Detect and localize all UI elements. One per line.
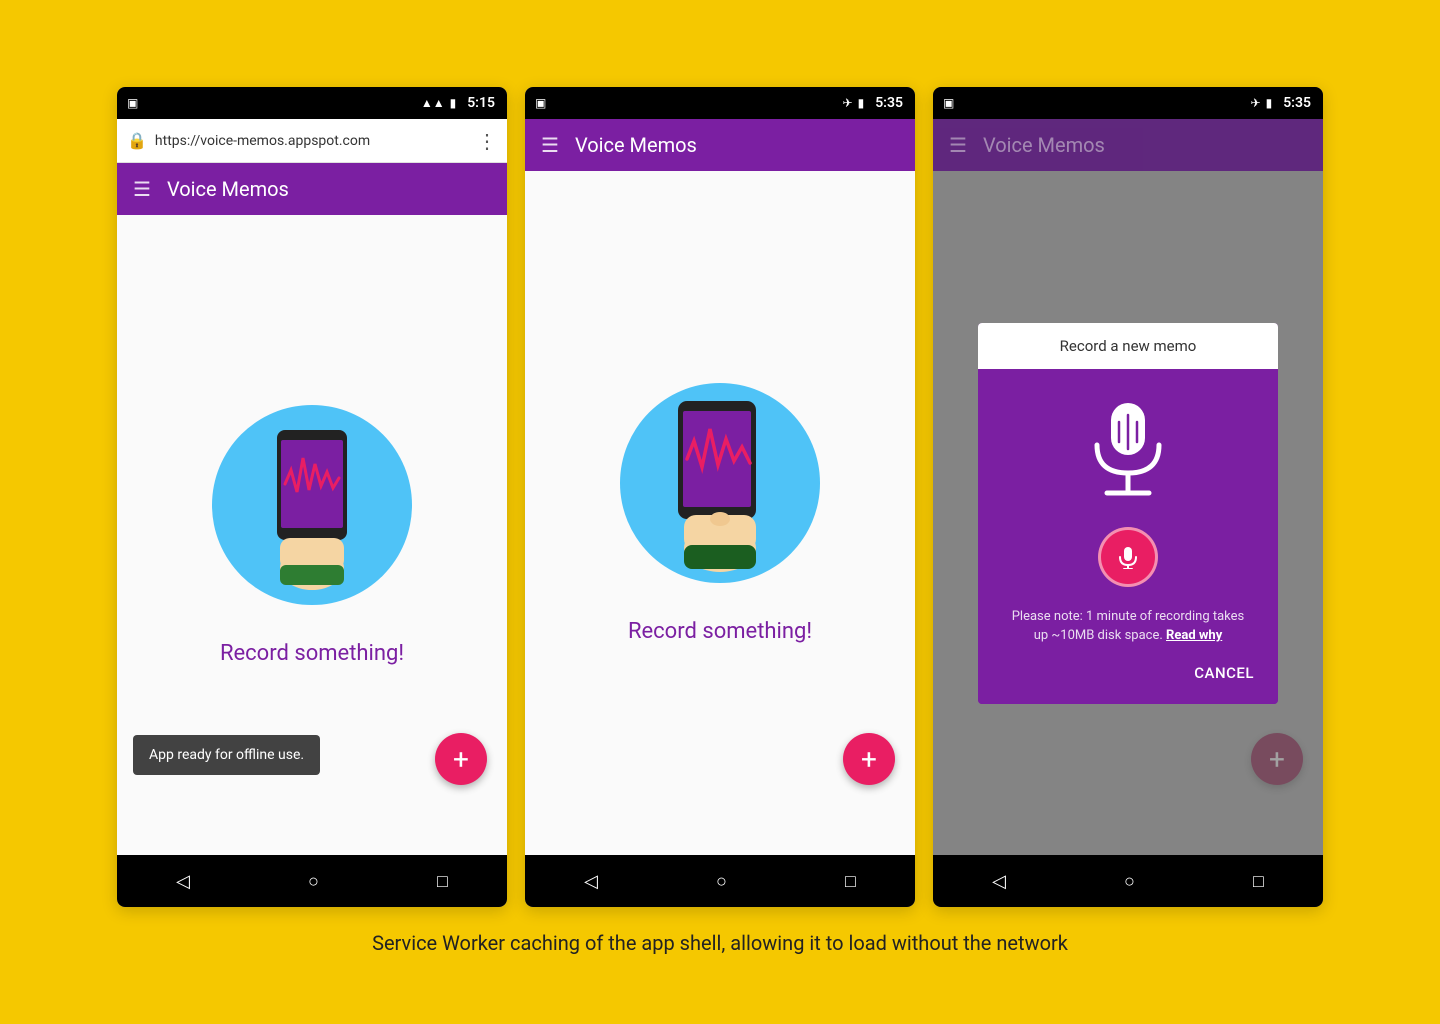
- hamburger-icon-2[interactable]: ☰: [541, 135, 559, 155]
- phone-2: ▣ ✈ ▮ 5:35 ☰ Voice Memos: [525, 87, 915, 907]
- dialog-overlay: Record a new memo: [933, 171, 1323, 855]
- home-icon-3[interactable]: ○: [1124, 871, 1135, 892]
- app-title-1: Voice Memos: [167, 177, 289, 201]
- phones-container: ▣ ▲▲ ▮ 5:15 🔒 https://voice-memos.appspo…: [117, 87, 1323, 907]
- record-button[interactable]: [1098, 527, 1158, 587]
- app-bar-2: ☰ Voice Memos: [525, 119, 915, 171]
- app-bar-1: ☰ Voice Memos: [117, 163, 507, 215]
- app-title-3: Voice Memos: [983, 133, 1105, 157]
- battery-icon-3: ▮: [1266, 96, 1273, 110]
- sim-icon-3: ▣: [943, 96, 954, 110]
- read-why-link[interactable]: Read why: [1166, 628, 1222, 643]
- home-icon-2[interactable]: ○: [716, 871, 727, 892]
- time-display-3: 5:35: [1283, 95, 1311, 111]
- mic-small-icon: [1116, 545, 1140, 569]
- content-3: Record a new memo: [933, 171, 1323, 855]
- dialog-title-text: Record a new memo: [1060, 337, 1197, 355]
- url-text: https://voice-memos.appspot.com: [155, 133, 469, 149]
- dialog-actions: CANCEL: [978, 646, 1278, 704]
- content-1: Record something! App ready for offline …: [117, 215, 507, 855]
- nav-bar-2: ◁ ○ □: [525, 855, 915, 907]
- microphone-icon: [1083, 397, 1173, 507]
- time-display-2: 5:35: [875, 95, 903, 111]
- nav-bar-3: ◁ ○ □: [933, 855, 1323, 907]
- status-bar-1: ▣ ▲▲ ▮ 5:15: [117, 87, 507, 119]
- back-icon-3[interactable]: ◁: [992, 871, 1006, 892]
- caption-text: Service Worker caching of the app shell,…: [372, 929, 1068, 957]
- status-bar-3: ▣ ✈ ▮ 5:35: [933, 87, 1323, 119]
- fab-button-1[interactable]: +: [435, 733, 487, 785]
- battery-icon-2: ▮: [858, 96, 865, 110]
- app-bar-3: ☰ Voice Memos: [933, 119, 1323, 171]
- sim-icon: ▣: [127, 96, 138, 110]
- home-icon-1[interactable]: ○: [308, 871, 319, 892]
- record-dialog: Record a new memo: [978, 323, 1278, 704]
- phone-waveform-svg-1: [247, 420, 377, 590]
- nav-bar-1: ◁ ○ □: [117, 855, 507, 907]
- recents-icon-2[interactable]: □: [845, 871, 856, 892]
- airplane-icon-2: ✈: [843, 96, 853, 110]
- app-title-2: Voice Memos: [575, 133, 697, 157]
- phone-waveform-svg-2: [650, 393, 790, 573]
- hamburger-icon-1[interactable]: ☰: [133, 179, 151, 199]
- back-icon-2[interactable]: ◁: [584, 871, 598, 892]
- sim-icon-2: ▣: [535, 96, 546, 110]
- recents-icon-1[interactable]: □: [437, 871, 448, 892]
- toast-text: App ready for offline use.: [149, 747, 304, 763]
- dialog-body: Please note: 1 minute of recording takes…: [978, 369, 1278, 646]
- airplane-icon-3: ✈: [1251, 96, 1261, 110]
- battery-icon-1: ▮: [450, 96, 457, 110]
- record-label-2: Record something!: [628, 619, 812, 644]
- cancel-button[interactable]: CANCEL: [1186, 658, 1262, 688]
- phone-3: ▣ ✈ ▮ 5:35 ☰ Voice Memos Record a new me…: [933, 87, 1323, 907]
- lock-icon: 🔒: [127, 131, 147, 150]
- illustration-circle-1: [212, 405, 412, 605]
- recents-icon-3[interactable]: □: [1253, 871, 1264, 892]
- fab-button-2[interactable]: +: [843, 733, 895, 785]
- illustration-circle-2: [620, 383, 820, 583]
- time-display-1: 5:15: [467, 95, 495, 111]
- phone-1: ▣ ▲▲ ▮ 5:15 🔒 https://voice-memos.appspo…: [117, 87, 507, 907]
- offline-toast: App ready for offline use.: [133, 735, 320, 775]
- content-2: Record something! +: [525, 171, 915, 855]
- record-label-1: Record something!: [220, 641, 404, 666]
- status-bar-2: ▣ ✈ ▮ 5:35: [525, 87, 915, 119]
- menu-dots-icon[interactable]: ⋮: [477, 129, 497, 153]
- back-icon-1[interactable]: ◁: [176, 871, 190, 892]
- dialog-title-bar: Record a new memo: [978, 323, 1278, 369]
- hamburger-icon-3: ☰: [949, 135, 967, 155]
- signal-bars-icon: ▲▲: [421, 96, 445, 110]
- dialog-note-text: Please note: 1 minute of recording takes…: [996, 607, 1260, 646]
- url-bar[interactable]: 🔒 https://voice-memos.appspot.com ⋮: [117, 119, 507, 163]
